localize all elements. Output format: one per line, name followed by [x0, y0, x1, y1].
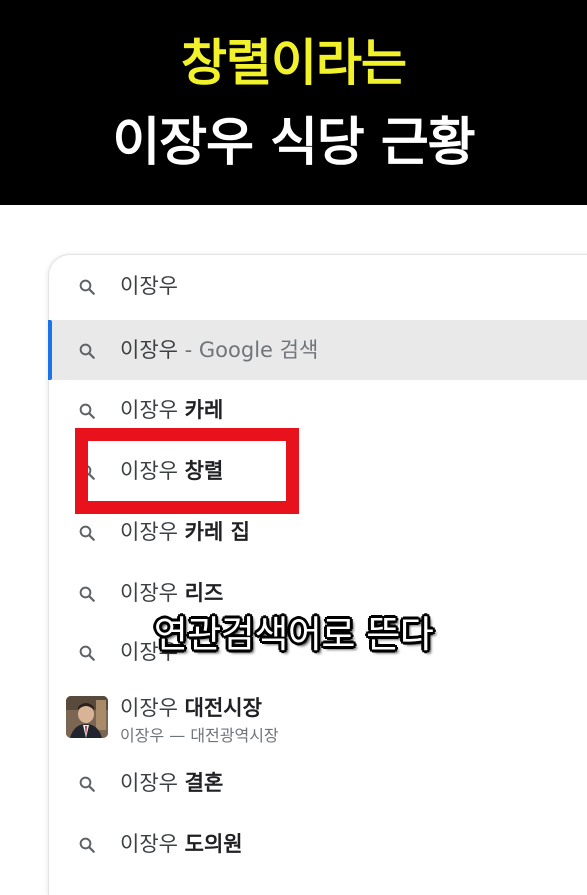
highlight-box — [75, 428, 299, 514]
search-icon — [79, 776, 95, 792]
suggestion-suffix: - Google 검색 — [184, 338, 319, 362]
suggestion-text: 이장우 - Google 검색 — [120, 338, 319, 362]
person-photo-icon — [66, 696, 108, 738]
suggestion-item[interactable]: 이장우 결혼 — [48, 753, 587, 813]
search-icon — [79, 343, 95, 359]
title-banner: 창렬이라는 이장우 식당 근황 — [0, 0, 587, 205]
entity-subtitle: 이장우 — 대전광역시장 — [120, 726, 279, 745]
search-input[interactable]: 이장우 — [48, 256, 587, 316]
banner-title-line1: 창렬이라는 — [181, 34, 407, 92]
search-icon — [79, 837, 95, 853]
banner-title-line2: 이장우 식당 근황 — [112, 113, 475, 173]
suggestion-google-search[interactable]: 이장우 - Google 검색 — [48, 320, 587, 380]
search-icon — [79, 403, 95, 419]
suggestion-entity[interactable]: 이장우 대전시장 이장우 — 대전광역시장 — [48, 684, 587, 750]
search-icon — [79, 279, 95, 295]
search-icon — [79, 586, 95, 602]
video-caption: 연관검색어로 뜬다 — [153, 613, 434, 656]
suggestion-text: 이장우 도의원 — [120, 832, 243, 856]
person-thumbnail — [66, 696, 108, 738]
suggestion-item[interactable]: 이장우 도의원 — [48, 814, 587, 874]
entity-title: 이장우 대전시장 — [120, 696, 262, 720]
search-query-text: 이장우 — [120, 274, 178, 298]
suggestion-text: 이장우 결혼 — [120, 771, 224, 795]
search-icon — [79, 525, 95, 541]
selected-indicator — [48, 320, 52, 380]
